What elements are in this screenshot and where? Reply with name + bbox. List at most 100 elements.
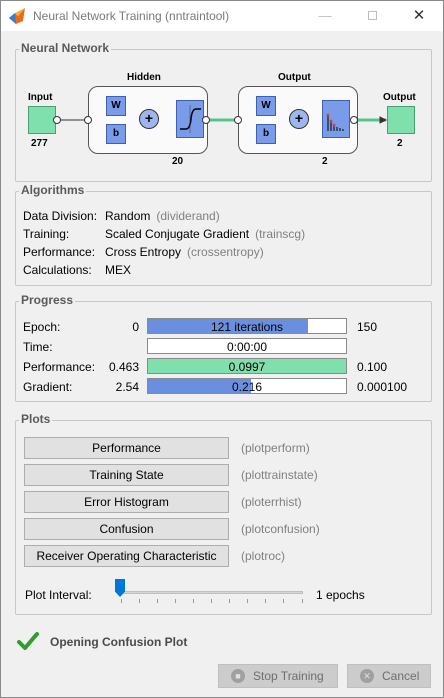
algorithm-value: MEX xyxy=(105,263,132,277)
algorithm-key: Performance: xyxy=(23,245,96,259)
progress-min: 0 xyxy=(132,320,139,334)
algorithm-row: Performance: Cross Entropy (crossentropy) xyxy=(23,245,264,261)
progress-label: Time: xyxy=(23,340,53,354)
algorithm-key: Calculations: xyxy=(23,263,92,277)
plot-training-state-button[interactable]: Training State xyxy=(24,464,229,486)
window-title: Neural Network Training (nntraintool) xyxy=(33,9,230,23)
output-layer-label: Output xyxy=(278,72,311,83)
output-label: Output xyxy=(383,92,416,103)
plot-function-label: (plotroc) xyxy=(241,549,286,563)
cancel-icon: ✕ xyxy=(360,669,374,683)
algorithm-row: Data Division: Random (dividerand) xyxy=(23,209,220,225)
stop-icon: ■ xyxy=(231,669,245,683)
algorithms-panel: Algorithms Data Division: Random (dividera… xyxy=(15,183,432,286)
progress-value: 0:00:00 xyxy=(226,340,268,354)
checkmark-icon xyxy=(17,632,39,650)
progress-value: 0.216 xyxy=(231,380,263,394)
maximize-button[interactable] xyxy=(349,1,395,31)
plot-function-label: (ploterrhist) xyxy=(241,495,302,509)
progress-min: 2.54 xyxy=(115,380,139,394)
plot-performance-button[interactable]: Performance xyxy=(24,437,229,459)
plot-interval-ticks xyxy=(121,599,303,603)
plot-interval-value: 1 epochs xyxy=(316,588,365,602)
hidden-weight-block: W xyxy=(106,96,126,116)
algorithm-function: (trainscg) xyxy=(255,227,306,241)
network-connections xyxy=(61,102,388,135)
algorithm-function: (dividerand) xyxy=(156,209,220,223)
cancel-button[interactable]: ✕ Cancel xyxy=(347,664,431,688)
maximize-icon xyxy=(367,11,377,20)
minimize-button[interactable]: — xyxy=(302,1,348,31)
plot-confusion-button[interactable]: Confusion xyxy=(24,518,229,540)
plot-interval-label: Plot Interval: xyxy=(25,588,92,602)
algorithm-key: Data Division: xyxy=(23,209,98,223)
progress-bar: 121 iterations xyxy=(147,318,347,334)
hidden-bias-block: b xyxy=(106,124,126,144)
plot-function-label: (plottrainstate) xyxy=(241,468,318,482)
progress-row: Gradient: 2.54 0.216 0.000100 xyxy=(23,378,423,396)
input-box xyxy=(28,106,56,134)
plot-error-histogram-button[interactable]: Error Histogram xyxy=(24,491,229,513)
progress-label: Gradient: xyxy=(23,380,73,394)
output-bias-block: b xyxy=(256,124,276,144)
input-size: 277 xyxy=(31,138,48,149)
plot-roc-button[interactable]: Receiver Operating Characteristic xyxy=(24,545,229,567)
progress-min: 0.463 xyxy=(108,360,139,374)
stop-training-button[interactable]: ■ Stop Training xyxy=(218,664,338,688)
algorithm-function: (crossentropy) xyxy=(187,245,264,259)
hidden-sum-node: + xyxy=(139,109,159,129)
algorithm-value: Random xyxy=(105,209,151,223)
progress-panel: Progress Epoch: 0 121 iterations 150 Time: 0:… xyxy=(15,293,432,402)
progress-max: 150 xyxy=(357,320,378,334)
minimize-icon: — xyxy=(318,8,332,23)
cancel-label: Cancel xyxy=(382,669,420,683)
progress-label: Performance: xyxy=(23,360,96,374)
output-weight-block: W xyxy=(256,96,276,116)
progress-max: 0.100 xyxy=(357,360,388,374)
stop-training-label: Stop Training xyxy=(253,669,324,683)
algorithm-value: Cross Entropy xyxy=(105,245,182,259)
output-layer-out-dot xyxy=(350,116,358,124)
plots-panel: Plots Performance (plotperform) Training… xyxy=(15,412,432,615)
hidden-tansig-block xyxy=(176,100,204,138)
hidden-out-dot xyxy=(202,116,210,124)
progress-value: 121 iterations xyxy=(210,320,284,334)
progress-panel-title: Progress xyxy=(19,293,76,307)
output-box xyxy=(387,106,415,134)
hidden-layer-label: Hidden xyxy=(127,72,161,83)
nntraintool-window: Neural Network Training (nntraintool) — … xyxy=(0,0,444,698)
output-size: 2 xyxy=(397,138,403,149)
matlab-icon xyxy=(9,8,25,24)
network-panel: Neural Network Input 277 Hidden W b + 20… xyxy=(15,41,432,182)
close-button[interactable]: ✕ xyxy=(396,1,442,31)
plot-interval-track[interactable] xyxy=(117,591,303,594)
progress-bar: 0.0997 xyxy=(147,358,347,374)
tansig-icon xyxy=(180,105,201,133)
algorithms-panel-title: Algorithms xyxy=(19,183,87,197)
progress-bar: 0.216 xyxy=(147,378,347,394)
plot-function-label: (plotconfusion) xyxy=(241,522,320,536)
progress-bar: 0:00:00 xyxy=(147,338,347,354)
output-layer-in-dot xyxy=(234,116,242,124)
plots-panel-title: Plots xyxy=(19,412,53,426)
progress-row: Performance: 0.463 0.0997 0.100 xyxy=(23,358,423,376)
input-label: Input xyxy=(28,92,53,103)
progress-row: Time: 0:00:00 xyxy=(23,338,423,356)
output-layer-size: 2 xyxy=(322,156,328,167)
progress-label: Epoch: xyxy=(23,320,61,334)
close-icon: ✕ xyxy=(412,7,426,24)
output-sum-node: + xyxy=(289,109,309,129)
algorithm-key: Training: xyxy=(23,227,70,241)
algorithm-row: Calculations: MEX xyxy=(23,263,131,279)
softmax-icon xyxy=(326,113,344,131)
progress-max: 0.000100 xyxy=(357,380,408,394)
progress-value: 0.0997 xyxy=(228,360,266,374)
input-port-dot xyxy=(53,116,61,124)
algorithm-row: Training: Scaled Conjugate Gradient (train… xyxy=(23,227,305,243)
algorithm-value: Scaled Conjugate Gradient xyxy=(105,227,250,241)
title-bar: Neural Network Training (nntraintool) — … xyxy=(1,1,443,31)
hidden-in-dot xyxy=(84,116,92,124)
output-softmax-block xyxy=(322,100,350,138)
hidden-layer-size: 20 xyxy=(172,156,184,167)
plot-function-label: (plotperform) xyxy=(241,441,310,455)
